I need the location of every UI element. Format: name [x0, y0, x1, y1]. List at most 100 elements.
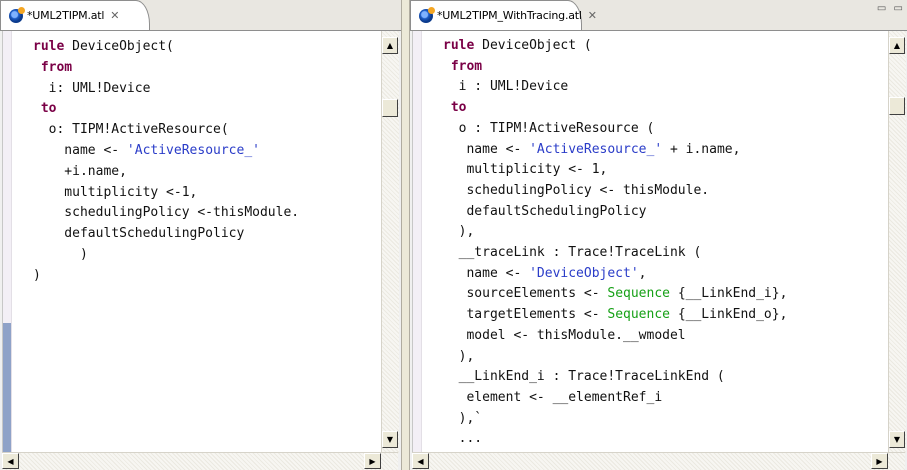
- scroll-right-button[interactable]: ▶: [364, 453, 381, 469]
- arrow-up-icon: ▲: [893, 41, 901, 50]
- code-line[interactable]: +i.name,: [33, 164, 127, 179]
- code-line[interactable]: ),`: [443, 410, 483, 426]
- code-token: targetElements <-: [443, 307, 608, 323]
- code-token: __traceLink : Trace!TraceLink (: [443, 245, 702, 261]
- vertical-scrollbar[interactable]: ▲ ▼: [888, 31, 906, 453]
- code-token: ),`: [443, 410, 483, 426]
- scroll-up-button[interactable]: ▲: [382, 37, 398, 54]
- sequence-token: Sequence: [607, 307, 670, 323]
- code-line[interactable]: schedulingPolicy <-thisModule.: [33, 205, 299, 220]
- code-token: ),: [443, 224, 475, 240]
- code-text[interactable]: rule DeviceObject ( from i : UML!Device …: [443, 36, 787, 450]
- code-token: defaultSchedulingPolicy: [443, 203, 647, 219]
- scroll-right-button[interactable]: ▶: [871, 453, 888, 469]
- code-editor[interactable]: rule DeviceObject( from i: UML!Device to…: [2, 31, 399, 453]
- code-token: i: UML!Device: [33, 80, 151, 96]
- code-token: __LinkEnd_i : Trace!TraceLinkEnd (: [443, 369, 725, 385]
- scroll-down-button[interactable]: ▼: [382, 431, 398, 448]
- code-line[interactable]: from: [443, 59, 482, 74]
- pane-divider[interactable]: [401, 0, 410, 470]
- scroll-left-button[interactable]: ◀: [2, 453, 19, 469]
- scroll-up-button[interactable]: ▲: [889, 37, 905, 54]
- code-line[interactable]: ...: [443, 431, 483, 447]
- code-editor[interactable]: rule DeviceObject ( from i : UML!Device …: [412, 31, 906, 453]
- code-line[interactable]: sourceElements <- Sequence {__LinkEnd_i}…: [443, 286, 787, 301]
- code-token: ),: [443, 348, 475, 364]
- arrow-right-icon: ▶: [369, 456, 376, 466]
- annotation-ruler: [413, 31, 422, 453]
- atl-file-icon: [419, 6, 435, 23]
- code-line[interactable]: ),: [443, 224, 475, 240]
- close-icon[interactable]: ✕: [588, 9, 597, 22]
- scroll-down-button[interactable]: ▼: [889, 431, 905, 448]
- keyword-token: to: [40, 101, 57, 117]
- code-line[interactable]: i: UML!Device: [33, 80, 151, 96]
- code-line[interactable]: from: [33, 60, 72, 75]
- code-token: name <-: [443, 265, 530, 281]
- minimize-maximize-icon[interactable]: ▭ ▭: [877, 3, 905, 14]
- scroll-thumb[interactable]: [889, 97, 905, 115]
- arrow-left-icon: ◀: [417, 456, 424, 466]
- code-text[interactable]: rule DeviceObject( from i: UML!Device to…: [33, 37, 299, 287]
- scroll-left-button[interactable]: ◀: [412, 453, 429, 469]
- horizontal-scrollbar[interactable]: ◀ ▶: [412, 452, 905, 470]
- atl-file-icon: [9, 6, 25, 23]
- code-line[interactable]: multiplicity <- 1,: [443, 162, 607, 177]
- close-icon[interactable]: ✕: [110, 9, 119, 22]
- tab-uml2tipm-withtracing[interactable]: *UML2TIPM_WithTracing.atl ✕: [410, 0, 597, 30]
- code-line[interactable]: to: [443, 100, 467, 116]
- code-line[interactable]: model <- thisModule.__wmodel: [443, 327, 686, 343]
- left-editor-pane: *UML2TIPM.atl ✕ rule DeviceObject( from …: [0, 0, 401, 470]
- code-line[interactable]: name <- 'ActiveResource_' + i.name,: [443, 142, 740, 157]
- sequence-token: Sequence: [607, 286, 670, 302]
- keyword-token: to: [450, 100, 467, 116]
- code-line[interactable]: i : UML!Device: [443, 79, 569, 95]
- tab-uml2tipm[interactable]: *UML2TIPM.atl ✕: [0, 0, 150, 30]
- code-line[interactable]: multiplicity <-1,: [33, 185, 197, 200]
- code-line[interactable]: ): [33, 268, 41, 283]
- arrow-right-icon: ▶: [876, 456, 883, 466]
- code-token: DeviceObject(: [64, 39, 174, 54]
- code-line[interactable]: rule DeviceObject (: [443, 38, 592, 53]
- code-line[interactable]: o : TIPM!ActiveResource (: [443, 121, 655, 136]
- code-line[interactable]: ): [33, 247, 88, 262]
- horizontal-scrollbar[interactable]: ◀ ▶: [2, 452, 398, 470]
- tab-title: *UML2TIPM.atl: [27, 9, 105, 22]
- code-token: name <-: [443, 141, 530, 157]
- code-token: ): [33, 267, 41, 283]
- string-token: 'ActiveResource_': [126, 142, 260, 158]
- code-line[interactable]: rule DeviceObject(: [33, 39, 174, 54]
- code-token: i : UML!Device: [443, 79, 569, 95]
- code-token: model <- thisModule.__wmodel: [443, 327, 686, 343]
- code-token: o: TIPM!ActiveResource(: [33, 122, 229, 138]
- code-token: multiplicity <- 1,: [443, 162, 608, 178]
- code-line[interactable]: __LinkEnd_i : Trace!TraceLinkEnd (: [443, 369, 725, 384]
- code-token: ...: [443, 431, 483, 447]
- code-line[interactable]: to: [33, 101, 57, 117]
- code-line[interactable]: targetElements <- Sequence {__LinkEnd_o}…: [443, 307, 787, 322]
- code-line[interactable]: __traceLink : Trace!TraceLink (: [443, 245, 702, 261]
- code-line[interactable]: schedulingPolicy <- thisModule.: [443, 183, 709, 198]
- code-line[interactable]: defaultSchedulingPolicy: [443, 203, 647, 219]
- code-token: defaultSchedulingPolicy: [33, 226, 245, 242]
- code-line[interactable]: element <- __elementRef_i: [443, 390, 662, 405]
- code-line[interactable]: o: TIPM!ActiveResource(: [33, 122, 229, 137]
- code-line[interactable]: name <- 'DeviceObject',: [443, 265, 646, 281]
- tab-title: *UML2TIPM_WithTracing.atl: [437, 9, 582, 22]
- code-token: name <-: [33, 142, 127, 158]
- code-line[interactable]: name <- 'ActiveResource_': [33, 143, 260, 158]
- arrow-down-icon: ▼: [893, 435, 901, 444]
- code-line[interactable]: ),: [443, 348, 475, 364]
- code-line[interactable]: defaultSchedulingPolicy: [33, 226, 244, 241]
- arrow-up-icon: ▲: [386, 41, 394, 50]
- right-editor-pane: *UML2TIPM_WithTracing.atl ✕ ▭ ▭ rule Dev…: [410, 0, 907, 470]
- string-token: 'DeviceObject': [529, 265, 639, 281]
- scroll-thumb[interactable]: [382, 99, 398, 117]
- arrow-down-icon: ▼: [386, 435, 394, 444]
- keyword-token: from: [450, 58, 483, 74]
- vertical-scrollbar[interactable]: ▲ ▼: [381, 31, 399, 453]
